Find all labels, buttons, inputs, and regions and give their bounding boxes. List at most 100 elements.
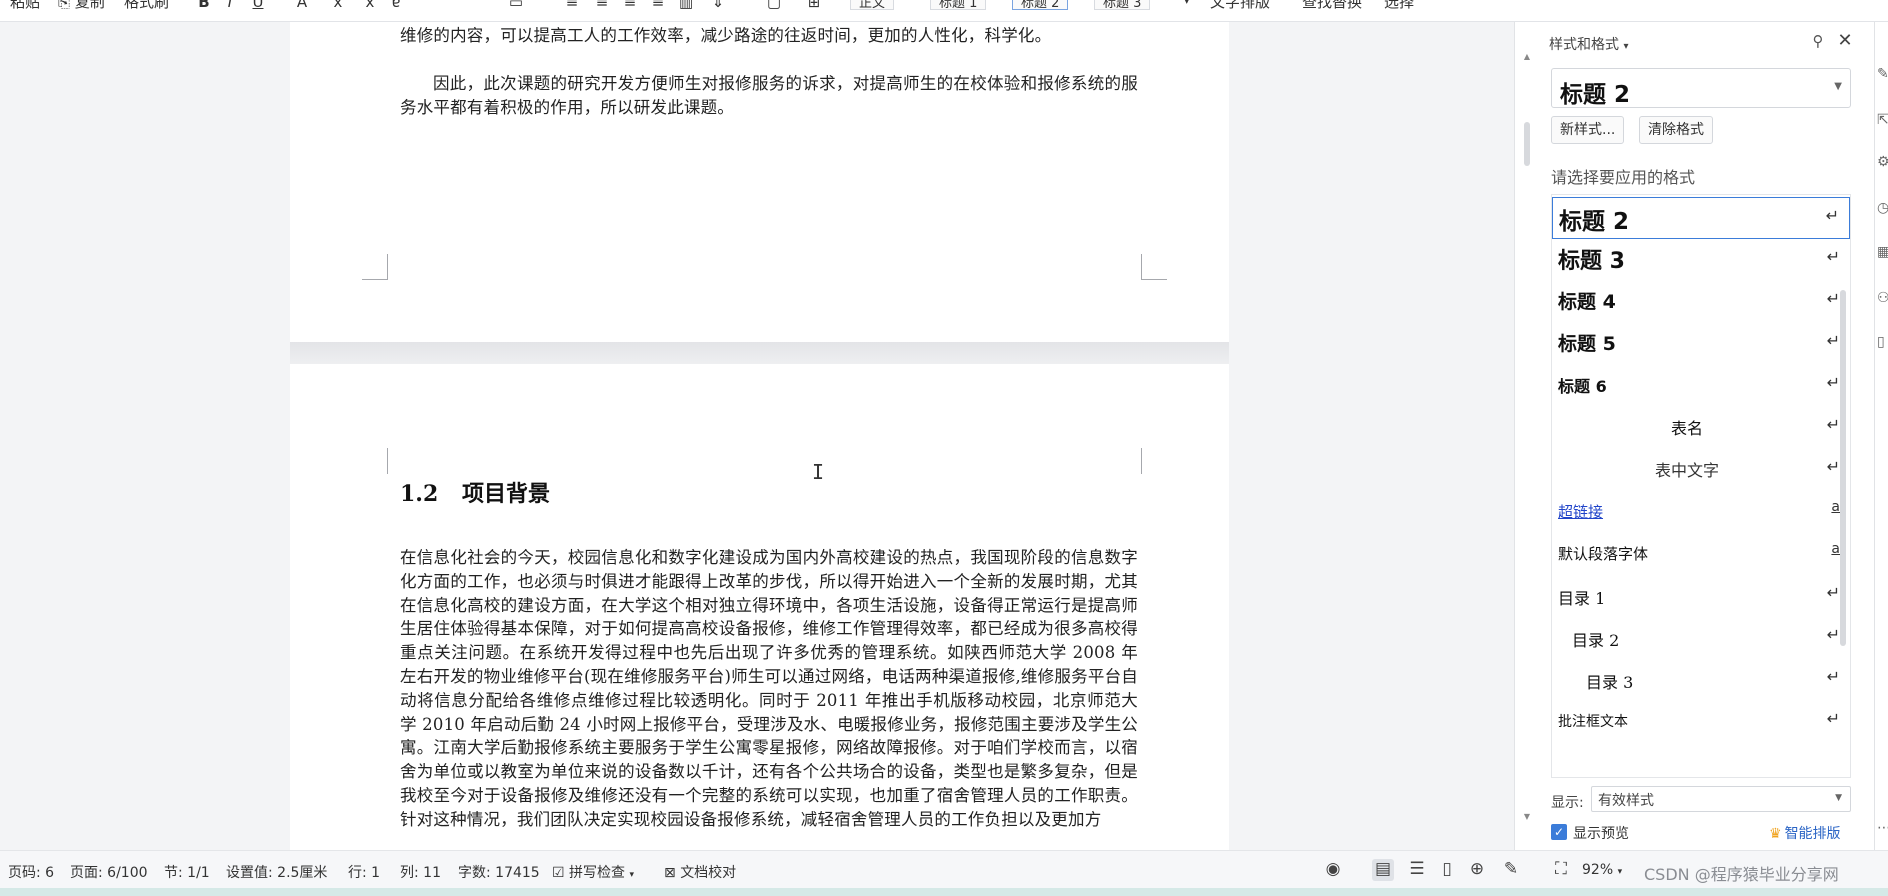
- show-preview-label[interactable]: 显示预览: [1573, 823, 1629, 843]
- distributed-icon[interactable]: ▥: [676, 0, 696, 12]
- align-center-icon[interactable]: ≡: [592, 0, 612, 12]
- section-heading[interactable]: 1.2 项目背景: [400, 476, 550, 508]
- style-item-heading-4[interactable]: 标题 4 ↵: [1552, 281, 1850, 323]
- style-heading-3[interactable]: 标题 3: [1094, 0, 1151, 11]
- row-indicator[interactable]: 行: 1: [348, 862, 380, 882]
- shading-icon[interactable]: ▢: [764, 0, 784, 12]
- style-item-comment-text[interactable]: 批注框文本 ↵: [1552, 701, 1850, 743]
- style-item-table-text[interactable]: 表中文字 ↵: [1552, 449, 1850, 491]
- pin-icon[interactable]: ⚲: [1809, 32, 1827, 50]
- section-indicator[interactable]: 节: 1/1: [164, 862, 210, 882]
- margin-crop-mark: [362, 254, 388, 280]
- style-list-scrollbar[interactable]: [1840, 290, 1846, 646]
- paste-button[interactable]: 粘贴: [10, 0, 40, 13]
- fit-page-icon[interactable]: ⛶: [1550, 859, 1572, 881]
- style-heading-1[interactable]: 标题 1: [930, 0, 987, 11]
- paragraph-mark-icon: ↵: [1826, 415, 1840, 434]
- panel-title[interactable]: 样式和格式 ▾: [1549, 34, 1628, 54]
- scroll-up-icon[interactable]: ▲: [1523, 52, 1531, 61]
- page-view-icon[interactable]: ▤: [1372, 859, 1394, 881]
- spell-check-button[interactable]: ☑ 拼写检查 ▾: [552, 862, 634, 882]
- character-style-icon: a: [1831, 541, 1840, 557]
- body-paragraph[interactable]: 因此，此次课题的研究开发方便师生对报修服务的诉求，对提高师生的在校体验和报修系统…: [400, 72, 1138, 120]
- page-break-gap: [290, 342, 1229, 364]
- subscript-icon[interactable]: x: [360, 0, 380, 12]
- paragraph-mark-icon: ↵: [1826, 289, 1840, 308]
- document-page-6[interactable]: 1.2 项目背景 在信息化社会的今天，校园信息化和数字化建设成为国内外高校建设的…: [290, 364, 1229, 850]
- zoom-level[interactable]: 92% ▾: [1582, 862, 1622, 878]
- bold-icon[interactable]: B: [194, 0, 214, 12]
- show-preview-checkbox[interactable]: ✓: [1551, 824, 1567, 840]
- style-item-table-name[interactable]: 表名 ↵: [1552, 407, 1850, 449]
- paragraph-mark-icon: ↵: [1826, 373, 1840, 392]
- margin-crop-mark: [362, 448, 388, 474]
- find-replace-button[interactable]: 查找替换: [1302, 0, 1362, 13]
- align-left-icon[interactable]: ≡: [562, 0, 582, 12]
- text-layout-button[interactable]: 文字排版: [1210, 0, 1270, 13]
- document-page-5[interactable]: 2、上报报修信息时，用户在系统中填写时，需要详细的写清楚自己申报维修的地点，以及…: [290, 22, 1229, 342]
- properties-icon[interactable]: ⚙: [1877, 154, 1888, 172]
- write-mode-icon[interactable]: ✎: [1500, 859, 1522, 881]
- document-canvas[interactable]: 2、上报报修信息时，用户在系统中填写时，需要详细的写清楚自己申报维修的地点，以及…: [0, 22, 1514, 850]
- word-count[interactable]: 字数: 17415: [458, 862, 540, 882]
- style-item-toc-2[interactable]: 目录 2 ↵: [1552, 617, 1850, 659]
- chevron-down-icon: ▼: [1835, 793, 1842, 803]
- body-paragraph[interactable]: 在信息化社会的今天，校园信息化和数字化建设成为国内外高校建设的热点，我国现阶段的…: [400, 546, 1138, 832]
- select-button[interactable]: 选择: [1384, 0, 1414, 13]
- style-normal[interactable]: 正文: [850, 0, 895, 11]
- border-icon[interactable]: ⊞: [804, 0, 824, 12]
- page-indicator[interactable]: 页面: 6/100: [70, 862, 148, 882]
- ribbon-toolbar: 粘贴 ⎘ 复制 格式刷 B I U A x x ɐ ▭ ≡ ≡ ≡ ≡ ▥ ⇕ …: [0, 0, 1888, 22]
- style-pane-icon[interactable]: ✎: [1877, 66, 1888, 84]
- scroll-down-icon[interactable]: ▼: [1523, 812, 1531, 821]
- web-view-icon[interactable]: ⊕: [1466, 859, 1488, 881]
- current-style-dropdown[interactable]: 标题 2 ▼: [1551, 68, 1851, 108]
- outline-view-icon[interactable]: ☰: [1406, 859, 1428, 881]
- paragraph-mark-icon: ↵: [1826, 709, 1840, 728]
- clear-format-button[interactable]: 清除格式: [1639, 116, 1713, 144]
- reading-view-icon[interactable]: ▯: [1436, 859, 1458, 881]
- panel-scroll-thumb[interactable]: [1524, 122, 1530, 166]
- column-indicator[interactable]: 列: 11: [400, 862, 441, 882]
- backup-icon[interactable]: ▦: [1877, 244, 1888, 262]
- smart-layout-button[interactable]: ♛ 智能排版: [1769, 823, 1841, 843]
- style-item-toc-3[interactable]: 目录 3 ↵: [1552, 659, 1850, 701]
- eye-protection-icon[interactable]: ◉: [1322, 859, 1344, 881]
- style-gallery-chevron-icon[interactable]: ▾: [1184, 0, 1190, 16]
- char-border-icon[interactable]: ▭: [506, 0, 526, 12]
- style-item-default-paragraph-font[interactable]: 默认段落字体 a: [1552, 533, 1850, 575]
- setting-value[interactable]: 设置值: 2.5厘米: [226, 862, 327, 882]
- style-heading-2[interactable]: 标题 2: [1012, 0, 1069, 11]
- align-justify-icon[interactable]: ≡: [648, 0, 668, 12]
- more-icon[interactable]: ⋯: [1877, 820, 1888, 838]
- body-paragraph[interactable]: 2、上报报修信息时，用户在系统中填写时，需要详细的写清楚自己申报维修的地点，以及…: [400, 22, 1138, 48]
- page-code[interactable]: 页码: 6: [8, 862, 54, 882]
- panel-scrollbar[interactable]: ▲ ▼: [1523, 52, 1531, 842]
- style-item-heading-3[interactable]: 标题 3 ↵: [1552, 239, 1850, 281]
- superscript-icon[interactable]: x: [328, 0, 348, 12]
- history-icon[interactable]: ◷: [1877, 200, 1888, 218]
- show-filter-select[interactable]: 有效样式 ▼: [1591, 786, 1851, 812]
- style-item-hyperlink[interactable]: 超链接 a: [1552, 491, 1850, 533]
- select-pane-icon[interactable]: ⇱: [1877, 112, 1888, 130]
- italic-icon[interactable]: I: [220, 0, 240, 12]
- font-grow-icon[interactable]: A: [292, 0, 312, 12]
- format-painter-button[interactable]: 格式刷: [124, 0, 169, 13]
- phonetic-icon[interactable]: ɐ: [386, 0, 406, 12]
- style-item-heading-6[interactable]: 标题 6 ↵: [1552, 365, 1850, 407]
- close-icon[interactable]: ✕: [1835, 30, 1855, 51]
- style-item-toc-1[interactable]: 目录 1 ↵: [1552, 575, 1850, 617]
- margin-crop-mark: [1141, 254, 1167, 280]
- new-style-button[interactable]: 新样式...: [1551, 116, 1625, 144]
- style-item-heading-5[interactable]: 标题 5 ↵: [1552, 323, 1850, 365]
- align-right-icon[interactable]: ≡: [620, 0, 640, 12]
- style-item-heading-2[interactable]: 标题 2 ↵: [1552, 197, 1850, 239]
- line-spacing-icon[interactable]: ⇕: [708, 0, 728, 12]
- copy-button[interactable]: ⎘ 复制: [58, 0, 105, 13]
- doc-proof-button[interactable]: ⊠ 文档校对: [664, 862, 736, 882]
- underline-icon[interactable]: U: [248, 0, 268, 12]
- paragraph-mark-icon: ↵: [1826, 247, 1840, 266]
- document-icon[interactable]: ▯: [1877, 334, 1888, 352]
- margin-crop-mark: [1141, 448, 1167, 474]
- share-icon[interactable]: ⚇: [1877, 290, 1888, 308]
